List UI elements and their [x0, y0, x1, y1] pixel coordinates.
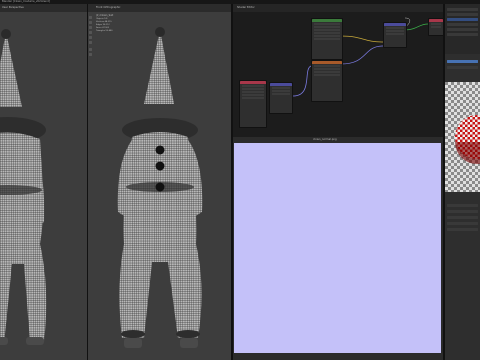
viewport-left[interactable]: User Perspective — [0, 4, 87, 360]
node-material-output[interactable] — [428, 18, 444, 36]
outliner-item[interactable] — [447, 33, 478, 36]
viewport-right-label: Front Orthographic — [96, 6, 121, 9]
button-3 — [155, 182, 165, 192]
node-texture-coordinate[interactable] — [239, 80, 267, 128]
viewport-right[interactable]: Front Orthographic (1) Clown_Suit Object… — [88, 4, 231, 360]
outliner-item[interactable] — [447, 13, 478, 16]
node-mapping[interactable] — [269, 82, 293, 114]
clown-model-right — [117, 27, 203, 348]
viewport-left-label: User Perspective — [2, 6, 24, 9]
property-row[interactable] — [447, 228, 478, 231]
properties-panel[interactable] — [445, 54, 480, 360]
node-normal-map[interactable] — [383, 22, 407, 48]
clown-model-left — [0, 29, 47, 345]
property-row[interactable] — [447, 204, 478, 207]
material-slot[interactable] — [447, 60, 478, 63]
node-principled[interactable] — [311, 18, 343, 60]
hat-left — [0, 32, 22, 107]
material-preview — [445, 82, 480, 192]
image-editor-footer — [233, 353, 443, 360]
outliner-item[interactable] — [447, 28, 478, 31]
outliner-item[interactable] — [447, 23, 478, 26]
outliner[interactable] — [445, 4, 480, 54]
normal-map-image — [234, 143, 441, 353]
node-image-texture[interactable] — [311, 60, 343, 102]
outliner-item[interactable] — [447, 8, 478, 11]
material-row[interactable] — [447, 66, 478, 69]
button-1 — [155, 145, 165, 155]
property-row[interactable] — [447, 216, 478, 219]
image-editor[interactable]: clown_normal.png — [233, 137, 443, 360]
button-2 — [155, 161, 165, 171]
property-row[interactable] — [447, 210, 478, 213]
property-row[interactable] — [447, 222, 478, 225]
hat-right — [144, 30, 174, 104]
shader-node-editor[interactable]: Shader Editor — [233, 4, 444, 137]
viewport-right-header: Front Orthographic — [88, 4, 231, 12]
suit-left — [0, 132, 47, 344]
outliner-item-selected[interactable] — [447, 18, 478, 21]
viewport-left-header: User Perspective — [0, 4, 87, 12]
